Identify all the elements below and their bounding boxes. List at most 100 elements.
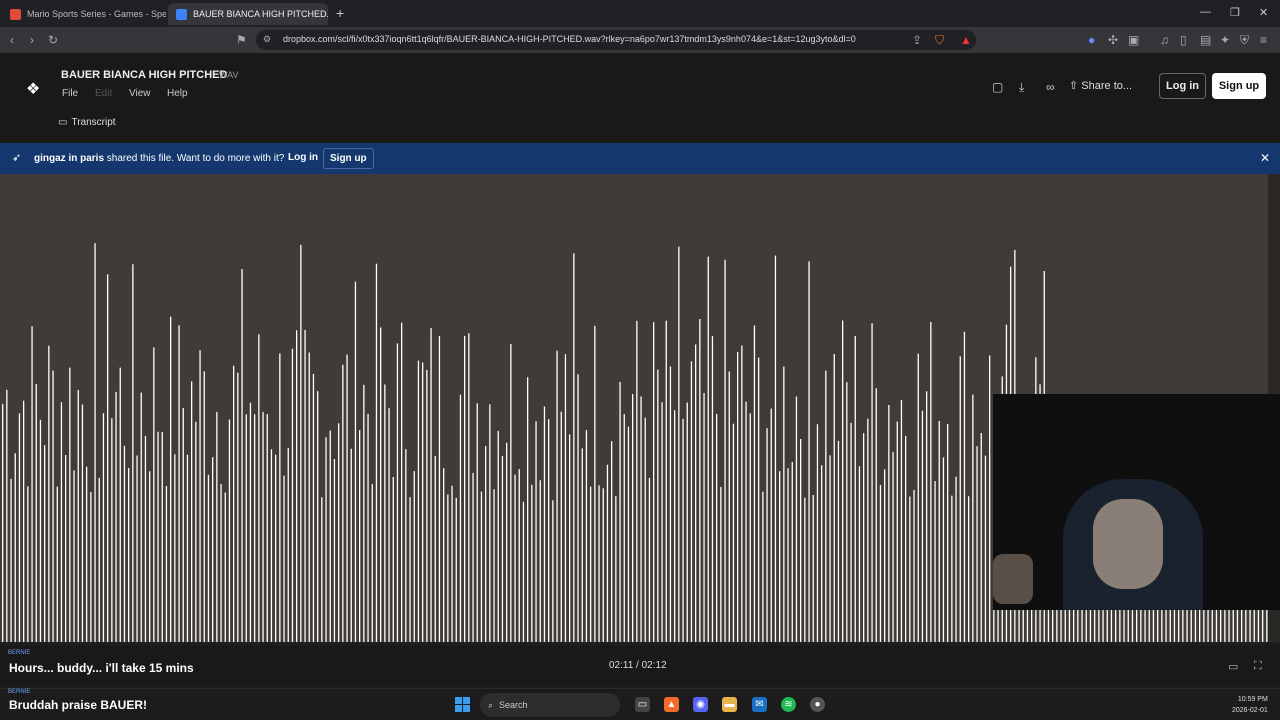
waveform-bar: [501, 455, 504, 642]
mail-icon[interactable]: ✉: [752, 697, 767, 712]
waveform-bar: [468, 333, 470, 642]
screenshot-icon[interactable]: ▣: [1128, 33, 1139, 47]
share-button[interactable]: ⇧ Share to...: [1069, 79, 1132, 92]
file-explorer-icon[interactable]: ▬: [722, 697, 737, 712]
waveform-bar: [527, 377, 529, 642]
waveform-bar: [665, 320, 667, 642]
chat-username: BERNIE: [8, 689, 31, 695]
leo-ai-icon[interactable]: ✦: [1220, 33, 1230, 47]
waveform-bar: [459, 394, 462, 642]
windows-start-icon[interactable]: [455, 697, 470, 712]
waveform-bar: [564, 354, 567, 642]
discord-icon[interactable]: ◉: [693, 697, 708, 712]
reload-icon[interactable]: ↻: [48, 33, 58, 47]
waveform-bar: [191, 381, 193, 642]
waveform-bar: [312, 373, 315, 642]
link-icon[interactable]: ∞: [1046, 80, 1055, 94]
banner-login-link[interactable]: Log in: [288, 152, 318, 163]
site-info-icon[interactable]: ⚙: [263, 34, 271, 45]
waveform-bar: [896, 421, 898, 642]
share-page-icon[interactable]: ⇪: [912, 33, 922, 47]
waveform-bar: [174, 454, 176, 642]
waveform-bar: [493, 489, 495, 642]
system-clock[interactable]: 10:59 PM 2026-02-01: [1232, 694, 1268, 716]
waveform-bar: [535, 421, 537, 642]
waveform-bar: [749, 413, 751, 642]
sidebar-icon[interactable]: ▯: [1180, 33, 1187, 47]
waveform-bar: [86, 466, 88, 642]
menu-help[interactable]: Help: [167, 88, 188, 99]
extensions-puzzle-icon[interactable]: ✣: [1108, 33, 1118, 47]
windows-taskbar: BERNIE Bruddah praise BAUER! ⌕ Search ▭ …: [0, 688, 1280, 720]
wallet-icon[interactable]: ▤: [1200, 33, 1211, 47]
menu-view[interactable]: View: [129, 88, 151, 99]
waveform-bar: [892, 451, 894, 642]
waveform-bar: [963, 331, 966, 642]
waveform-bar: [732, 423, 735, 642]
waveform-bar: [821, 465, 823, 642]
waveform-bar: [762, 491, 764, 642]
bookmark-icon[interactable]: ⚑: [236, 33, 247, 47]
tab-mario-sports[interactable]: Mario Sports Series - Games - Speed: [2, 3, 166, 25]
close-window-icon[interactable]: ✕: [1259, 6, 1268, 19]
fullscreen-icon[interactable]: ⛶: [1254, 660, 1262, 673]
waveform-bar: [375, 263, 378, 642]
waveform-bar: [31, 326, 33, 642]
waveform-bar: [510, 343, 512, 642]
waveform-bar: [602, 488, 604, 642]
back-icon[interactable]: ‹: [10, 33, 14, 47]
waveform-bar: [90, 492, 92, 642]
taskbar-search[interactable]: ⌕ Search: [480, 693, 620, 717]
address-bar[interactable]: ⚙ dropbox.com/scl/fi/x0tx337ioqn6tt1q6lq…: [256, 30, 976, 50]
download-icon[interactable]: ⤓: [1019, 80, 1024, 95]
waveform-bar: [674, 410, 676, 642]
waveform-bar: [98, 477, 100, 642]
waveform-bar: [951, 495, 953, 642]
extension-icon[interactable]: ●: [1088, 33, 1095, 47]
waveform-bar: [241, 269, 243, 642]
waveform-bar: [224, 492, 226, 642]
transcript-button[interactable]: ▭ Transcript: [58, 117, 116, 128]
brave-shield-icon[interactable]: ⛉: [935, 33, 944, 48]
menu-edit: Edit: [95, 88, 113, 99]
banner-message: gingaz in paris shared this file. Want t…: [34, 153, 284, 164]
waveform-bar: [342, 364, 344, 642]
waveform-bar: [489, 404, 491, 642]
dropbox-logo-icon[interactable]: ❖: [26, 79, 40, 99]
captions-toggle-icon[interactable]: ▭: [1228, 660, 1238, 673]
waveform-bar: [447, 494, 449, 642]
obs-icon[interactable]: ●: [810, 697, 825, 712]
vpn-icon[interactable]: ⛨: [1240, 33, 1249, 48]
waveform-bar: [569, 434, 571, 642]
webcam-person-face: [1093, 499, 1163, 589]
brave-rewards-icon[interactable]: ▲: [960, 33, 972, 47]
waveform-bar: [804, 497, 806, 642]
waveform-bar: [2, 403, 4, 642]
brave-browser-icon[interactable]: ▲: [664, 697, 679, 712]
waveform-bar: [321, 497, 323, 642]
forward-icon[interactable]: ›: [30, 33, 34, 47]
minimize-icon[interactable]: —: [1200, 6, 1211, 18]
waveform-bar: [938, 421, 940, 642]
menu-file[interactable]: File: [62, 88, 78, 99]
tab-bauer-bianca[interactable]: BAUER BIANCA HIGH PITCHED.w ✕: [168, 3, 328, 25]
comment-icon[interactable]: ▢: [992, 80, 1003, 94]
waveform-bar: [287, 447, 289, 642]
waveform-bar: [976, 446, 978, 642]
banner-close-icon[interactable]: ✕: [1260, 151, 1270, 165]
media-icon[interactable]: ♫: [1160, 33, 1169, 47]
banner-signup-button[interactable]: Sign up: [323, 148, 374, 169]
clock-date: 2026-02-01: [1232, 707, 1268, 714]
signup-button[interactable]: Sign up: [1212, 73, 1266, 99]
menu-icon[interactable]: ≡: [1260, 33, 1267, 47]
waveform-bar: [304, 329, 306, 642]
waveform-bar: [359, 430, 361, 642]
new-tab-button[interactable]: +: [336, 5, 344, 21]
waveform-bar: [917, 353, 919, 642]
task-view-icon[interactable]: ▭: [635, 697, 650, 712]
waveform-bar: [1249, 605, 1251, 642]
login-button[interactable]: Log in: [1159, 73, 1206, 99]
spotify-icon[interactable]: ≋: [781, 697, 796, 712]
maximize-icon[interactable]: ❐: [1230, 6, 1240, 19]
waveform-bar: [35, 384, 37, 642]
